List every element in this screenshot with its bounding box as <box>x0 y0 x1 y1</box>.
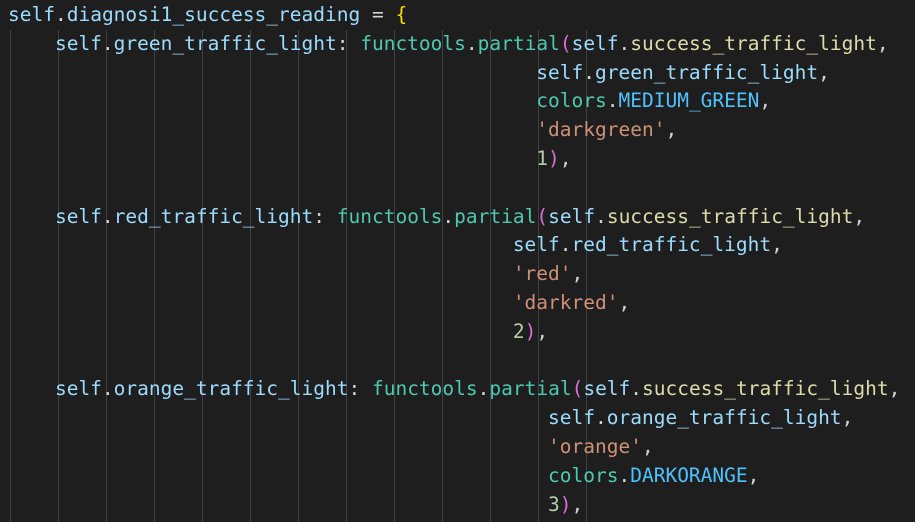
code-line[interactable]: self.diagnosi1_success_reading = { <box>8 1 407 30</box>
code-token: . <box>101 377 114 401</box>
code-token: colors <box>8 89 607 113</box>
code-token: self <box>8 31 102 55</box>
code-token: colors <box>8 463 619 487</box>
code-line[interactable]: self.orange_traffic_light: functools.par… <box>8 375 900 404</box>
code-token: self <box>8 204 102 228</box>
code-token: ( <box>559 31 572 55</box>
code-line[interactable]: self.green_traffic_light: functools.part… <box>8 30 889 59</box>
code-line[interactable]: 1), <box>8 145 572 174</box>
code-token: 'orange' <box>8 435 642 458</box>
code-token: { <box>395 3 408 26</box>
code-token: orange_traffic_light <box>113 377 349 401</box>
code-line[interactable]: self.orange_traffic_light, <box>8 404 853 433</box>
code-token: functools <box>371 377 478 401</box>
code-editor[interactable]: self.diagnosi1_success_reading = { self.… <box>0 0 915 522</box>
code-token: , <box>536 319 549 343</box>
code-token: self <box>571 31 619 55</box>
code-token: ) <box>559 492 572 516</box>
code-token: self <box>548 204 596 228</box>
code-token: . <box>583 60 596 84</box>
code-token: : <box>313 204 337 228</box>
code-token: . <box>54 3 67 26</box>
code-token: , <box>818 60 830 84</box>
code-token: , <box>771 233 783 257</box>
code-token: self <box>8 406 595 430</box>
code-line[interactable]: 'orange', <box>8 433 654 462</box>
code-token: self <box>583 377 631 401</box>
code-token: ( <box>536 204 549 228</box>
code-token: success_traffic_light <box>642 377 889 401</box>
code-token: partial <box>489 377 572 401</box>
code-token: functools <box>336 204 443 228</box>
code-line[interactable]: 'red', <box>8 260 583 289</box>
code-token: MEDIUM_GREEN <box>618 89 760 113</box>
code-token: ) <box>548 147 560 170</box>
code-token: . <box>465 31 478 55</box>
code-token: : <box>336 31 361 55</box>
code-token: 'darkred' <box>8 291 619 314</box>
code-token: , <box>876 31 889 55</box>
code-line[interactable]: 3), <box>8 491 583 520</box>
code-line[interactable]: 'darkgreen', <box>8 116 677 145</box>
code-token: , <box>747 463 760 487</box>
code-token: success_traffic_light <box>606 204 854 228</box>
code-token: . <box>442 204 455 228</box>
code-token: ) <box>524 319 537 343</box>
code-token: partial <box>477 31 560 55</box>
code-token: , <box>665 118 678 142</box>
code-token: . <box>618 31 631 55</box>
code-token: functools <box>360 31 466 55</box>
code-token: , <box>618 291 631 314</box>
code-token: green_traffic_light <box>595 60 819 84</box>
code-token: 'darkgreen' <box>8 118 666 142</box>
code-token: . <box>630 377 643 401</box>
code-token: 3 <box>8 492 560 516</box>
code-token: . <box>618 463 631 487</box>
code-token: . <box>595 406 607 430</box>
code-line[interactable]: colors.MEDIUM_GREEN, <box>8 87 771 116</box>
code-token: = <box>360 3 396 26</box>
code-token: . <box>606 89 619 113</box>
code-token: self <box>8 377 102 401</box>
code-token: DARKORANGE <box>630 463 748 487</box>
code-token: orange_traffic_light <box>606 406 842 430</box>
code-line[interactable]: 'darkred', <box>8 289 630 318</box>
code-token: , <box>641 435 654 458</box>
code-token: , <box>888 377 901 401</box>
code-token: self <box>8 233 560 257</box>
code-token: success_traffic_light <box>630 31 877 55</box>
code-token: 1 <box>8 147 549 170</box>
code-token: green_traffic_light <box>113 31 337 55</box>
code-token: , <box>853 204 866 228</box>
code-token: . <box>559 233 572 257</box>
code-line[interactable]: colors.DARKORANGE, <box>8 462 759 491</box>
code-token: : <box>348 377 372 401</box>
code-token: red_traffic_light <box>571 233 772 257</box>
code-token: . <box>101 204 114 228</box>
code-token: , <box>559 147 572 170</box>
code-token: . <box>101 31 114 55</box>
code-token: 'red' <box>8 262 572 286</box>
code-line[interactable]: self.red_traffic_light, <box>8 231 783 260</box>
code-line[interactable]: 2), <box>8 318 548 347</box>
code-line[interactable]: self.green_traffic_light, <box>8 59 830 88</box>
code-token: , <box>841 406 854 430</box>
code-token: , <box>571 262 584 286</box>
code-token: . <box>595 204 607 228</box>
code-token: , <box>571 492 584 516</box>
code-token: partial <box>454 204 537 228</box>
code-token: 2 <box>8 319 525 343</box>
code-line[interactable]: self.red_traffic_light: functools.partia… <box>8 203 865 232</box>
code-token: diagnosi1_success_reading <box>66 3 361 26</box>
code-token: red_traffic_light <box>113 204 314 228</box>
code-token: . <box>477 377 490 401</box>
code-token: , <box>759 89 772 113</box>
code-token: self <box>8 60 584 84</box>
code-token: ( <box>571 377 584 401</box>
code-token: self <box>8 3 55 26</box>
